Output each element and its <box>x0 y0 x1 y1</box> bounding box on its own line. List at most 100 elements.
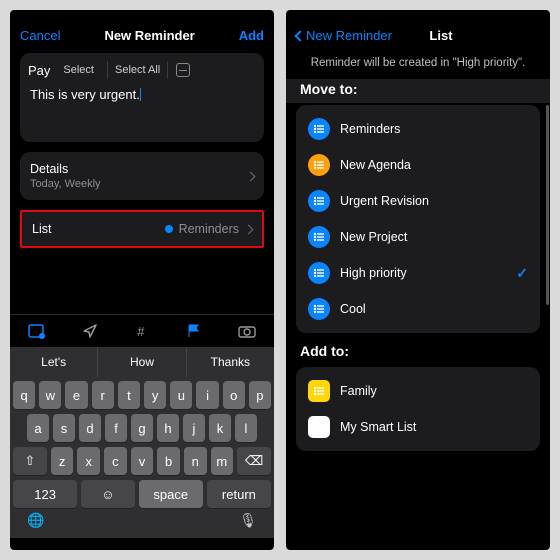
suggestion-2[interactable]: How <box>98 347 186 377</box>
list-row[interactable]: High priority✓ <box>296 255 540 291</box>
list-bullet-icon <box>308 190 330 212</box>
list-bullet-icon <box>308 262 330 284</box>
suggestion-3[interactable]: Thanks <box>187 347 274 377</box>
key-d[interactable]: d <box>79 414 101 442</box>
reminder-notes-input[interactable]: This is very urgent. <box>20 83 264 142</box>
details-cell[interactable]: Details Today, Weekly <box>20 152 264 200</box>
key-h[interactable]: h <box>157 414 179 442</box>
backspace-key[interactable]: ⌫ <box>237 447 271 475</box>
flag-icon[interactable] <box>186 323 202 339</box>
list-bullet-icon <box>308 416 330 438</box>
list-row-label: Reminders <box>340 122 528 136</box>
location-icon[interactable] <box>82 323 98 339</box>
reminder-notes-card: Pay Select Select All This is very urgen… <box>20 53 264 142</box>
list-cell[interactable]: List Reminders <box>20 210 264 248</box>
dictation-key[interactable]: 🎙 <box>239 512 257 529</box>
globe-key[interactable]: 🌐 <box>27 512 44 529</box>
phone-list-picker: New Reminder List Reminder will be creat… <box>286 10 550 550</box>
back-button[interactable]: New Reminder <box>296 28 392 43</box>
nav-bar: New Reminder List <box>286 10 550 53</box>
chevron-right-icon <box>244 224 254 234</box>
key-p[interactable]: p <box>249 381 271 409</box>
key-f[interactable]: f <box>105 414 127 442</box>
info-text: Reminder will be created in "High priori… <box>286 53 550 79</box>
calendar-icon[interactable] <box>28 323 46 339</box>
text-select-button[interactable]: Select <box>56 61 101 79</box>
list-row-label: My Smart List <box>340 420 528 434</box>
back-label: New Reminder <box>306 28 392 43</box>
list-value: Reminders <box>179 222 239 236</box>
keyboard: qwertyuiop asdfghjkl ⇧ zxcvbnm ⌫ 123 ☺ s… <box>10 377 274 538</box>
return-key[interactable]: return <box>207 480 271 508</box>
key-j[interactable]: j <box>183 414 205 442</box>
list-row[interactable]: Urgent Revision <box>296 183 540 219</box>
key-i[interactable]: i <box>196 381 218 409</box>
chevron-left-icon <box>294 30 305 41</box>
list-row[interactable]: New Project <box>296 219 540 255</box>
list-bullet-icon <box>308 380 330 402</box>
quicktype-toolbar: # <box>10 314 274 347</box>
key-o[interactable]: o <box>223 381 245 409</box>
key-u[interactable]: u <box>170 381 192 409</box>
list-row-label: Family <box>340 384 528 398</box>
space-key[interactable]: space <box>139 480 203 508</box>
add-button[interactable]: Add <box>239 28 264 43</box>
list-bullet-icon <box>308 118 330 140</box>
emoji-key[interactable]: ☺ <box>81 480 134 508</box>
scroll-indicator <box>546 105 549 305</box>
key-q[interactable]: q <box>13 381 35 409</box>
list-row[interactable]: Reminders <box>296 111 540 147</box>
suggestion-1[interactable]: Let's <box>10 347 98 377</box>
list-row-label: Urgent Revision <box>340 194 528 208</box>
nav-title: New Reminder <box>104 28 194 43</box>
key-v[interactable]: v <box>131 447 154 475</box>
list-row[interactable]: My Smart List <box>296 409 540 445</box>
key-w[interactable]: w <box>39 381 61 409</box>
camera-icon[interactable] <box>238 324 256 338</box>
key-k[interactable]: k <box>209 414 231 442</box>
list-row[interactable]: Cool <box>296 291 540 327</box>
list-row-label: New Agenda <box>340 158 528 172</box>
nav-title: List <box>429 28 452 43</box>
key-s[interactable]: s <box>53 414 75 442</box>
list-row-label: New Project <box>340 230 528 244</box>
key-n[interactable]: n <box>184 447 207 475</box>
key-a[interactable]: a <box>27 414 49 442</box>
reminder-title-input[interactable]: Pay <box>28 63 50 78</box>
key-z[interactable]: z <box>51 447 74 475</box>
list-row[interactable]: Family <box>296 373 540 409</box>
key-t[interactable]: t <box>118 381 140 409</box>
checkmark-icon: ✓ <box>516 265 528 282</box>
key-g[interactable]: g <box>131 414 153 442</box>
key-l[interactable]: l <box>235 414 257 442</box>
list-row[interactable]: New Agenda <box>296 147 540 183</box>
list-color-dot <box>165 225 173 233</box>
key-m[interactable]: m <box>211 447 234 475</box>
details-label: Details <box>30 162 101 176</box>
text-cursor <box>140 88 141 101</box>
key-y[interactable]: y <box>144 381 166 409</box>
key-c[interactable]: c <box>104 447 127 475</box>
add-to-header: Add to: <box>286 343 550 365</box>
add-to-list: Family My Smart List <box>296 367 540 451</box>
phone-new-reminder: Cancel New Reminder Add Pay Select Selec… <box>10 10 274 550</box>
key-b[interactable]: b <box>157 447 180 475</box>
key-r[interactable]: r <box>92 381 114 409</box>
numbers-key[interactable]: 123 <box>13 480 77 508</box>
nav-bar: Cancel New Reminder Add <box>10 10 274 53</box>
chevron-right-icon <box>246 171 256 181</box>
reminder-notes-text: This is very urgent. <box>30 87 140 102</box>
move-to-list: Reminders New Agenda Urgent Revision New Pr… <box>296 105 540 333</box>
move-to-header: Move to: <box>286 79 550 103</box>
list-row-label: Cool <box>340 302 528 316</box>
list-bullet-icon <box>308 154 330 176</box>
key-x[interactable]: x <box>77 447 100 475</box>
list-label: List <box>32 222 51 236</box>
scan-text-icon[interactable] <box>176 63 190 77</box>
list-bullet-icon <box>308 226 330 248</box>
text-select-all-button[interactable]: Select All <box>107 61 168 79</box>
shift-key[interactable]: ⇧ <box>13 447 47 475</box>
cancel-button[interactable]: Cancel <box>20 28 60 43</box>
key-e[interactable]: e <box>65 381 87 409</box>
tag-icon[interactable]: # <box>134 323 150 339</box>
